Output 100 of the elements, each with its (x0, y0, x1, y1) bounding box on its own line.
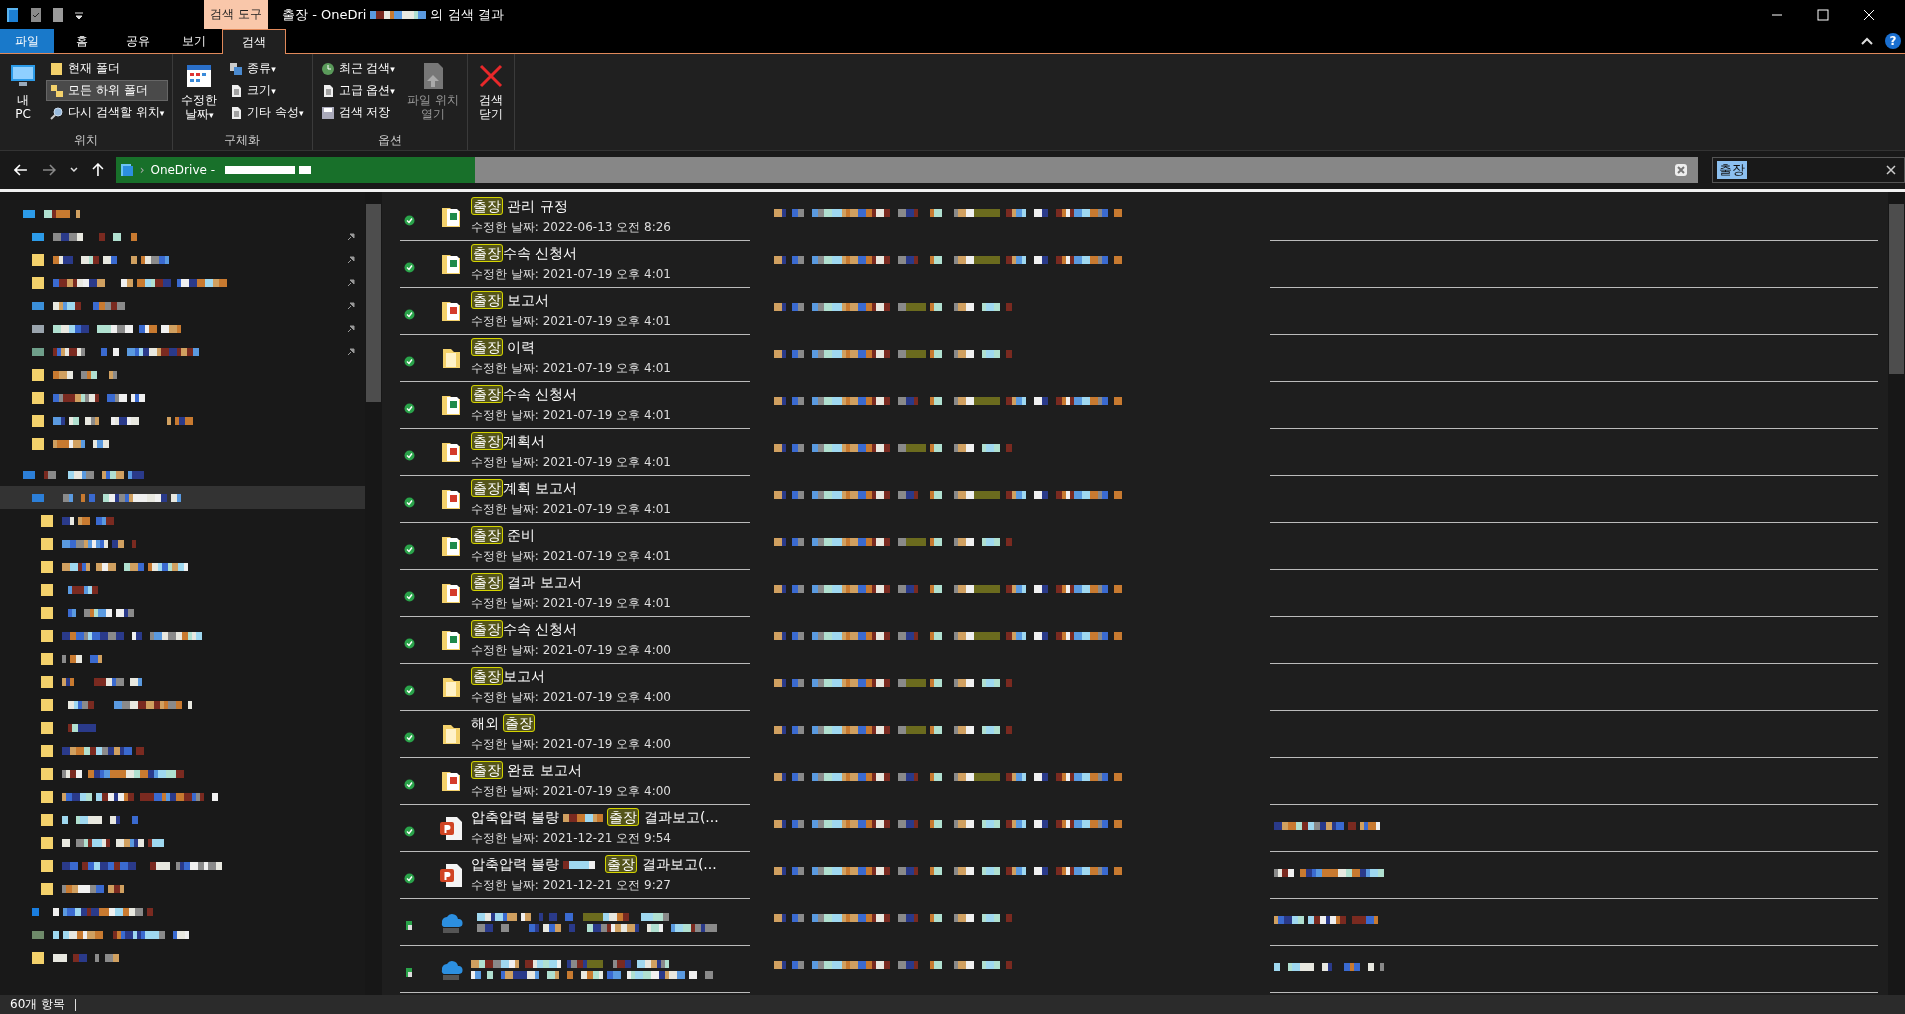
file-name[interactable]: 압축압력 불량 (471, 856, 560, 874)
pixelated-text-drawing (62, 884, 124, 893)
folder-icon (40, 812, 54, 827)
modified-date: 수정한 날짜: 2021-07-19 오후 4:00 (471, 689, 671, 706)
ribbon-button[interactable]: 고급 옵션▾ (316, 80, 399, 101)
document-icon (229, 83, 244, 98)
pin-icon[interactable] (347, 232, 355, 241)
ribbon-button[interactable]: 검색 닫기 (471, 58, 510, 150)
file-name[interactable]: 출장 결과보고(... (607, 809, 719, 827)
forward-icon[interactable] (41, 164, 56, 176)
folder-icon (40, 674, 54, 689)
file-name[interactable]: 압축압력 불량 (471, 809, 560, 827)
file-name[interactable]: 출장 관리 규정 (471, 198, 568, 216)
up-icon[interactable] (91, 163, 104, 177)
folder-icon (31, 413, 45, 428)
ribbon-button[interactable]: 수정한 날짜▾ (177, 58, 222, 132)
file-name[interactable]: 출장 이력 (471, 339, 536, 357)
address-bar[interactable]: › OneDrive - (115, 157, 1699, 183)
ribbon-button[interactable]: 크기▾ (225, 80, 308, 101)
ribbon-button[interactable]: 종류▾ (225, 58, 308, 79)
pin-icon[interactable] (347, 324, 355, 333)
back-icon[interactable] (14, 164, 28, 176)
file-name[interactable]: 출장 수속 신청서 (471, 245, 578, 263)
folder-icon (40, 697, 54, 712)
powerpoint-file-icon (439, 815, 463, 841)
scrollbar-thumb[interactable] (366, 204, 381, 402)
ribbon-button[interactable]: 내 PC (4, 58, 42, 132)
folder-icon (31, 252, 45, 267)
folder-icon (31, 275, 45, 290)
file-type-icon (229, 61, 244, 76)
pin-icon[interactable] (347, 301, 355, 310)
maximize-icon[interactable] (1817, 8, 1829, 21)
file-name[interactable]: 출장 (503, 715, 536, 733)
pin-icon[interactable] (347, 278, 355, 287)
properties-icon[interactable] (30, 6, 42, 23)
file-name[interactable]: 출장 수속 신청서 (471, 621, 578, 639)
file-name[interactable]: 출장 수속 신청서 (471, 386, 578, 404)
powerpoint-file-icon (439, 862, 463, 888)
modified-date: 수정한 날짜: 2021-07-19 오후 4:01 (471, 360, 671, 377)
folder-icon (40, 628, 54, 643)
ribbon-button[interactable]: 현재 폴더 (46, 58, 169, 79)
modified-date: 수정한 날짜: 2021-12-21 오전 9:27 (471, 877, 672, 894)
folder-icon (40, 582, 54, 597)
ribbon-button[interactable]: 다시 검색할 위치▾ (46, 102, 169, 123)
clock-icon (320, 61, 335, 76)
context-tab-header: 검색 도구 (204, 0, 268, 29)
ribbon-button[interactable]: 모든 하위 폴더 (46, 80, 169, 101)
search-field[interactable]: 출장 (1712, 157, 1905, 183)
folder-icon[interactable] (6, 6, 20, 23)
folder-icon (40, 559, 54, 574)
pixelated-text-drawing (370, 10, 427, 19)
close-icon[interactable] (1886, 165, 1896, 175)
collapse-ribbon-icon[interactable] (1861, 37, 1873, 45)
ribbon-tab[interactable]: 파일 (0, 29, 54, 53)
file-name[interactable]: 출장 결과 보고서 (471, 574, 582, 592)
ribbon-button[interactable]: 검색 저장 (316, 102, 399, 123)
folders-icon (50, 83, 64, 98)
file-name[interactable]: 출장 계획 보고서 (471, 480, 578, 498)
file-name[interactable]: 출장 결과보고(... (605, 856, 717, 874)
folder-icon (50, 61, 64, 76)
breadcrumb[interactable]: OneDrive - (150, 163, 215, 177)
file-name[interactable]: 출장 계획서 (471, 433, 545, 451)
pixelated-text-drawing (53, 370, 117, 379)
recent-icon[interactable] (69, 167, 78, 173)
modified-date: 수정한 날짜: 2021-07-19 오후 4:01 (471, 548, 671, 565)
ribbon-tab[interactable]: 검색 (222, 29, 286, 54)
file-name[interactable]: 출장 완료 보고서 (471, 762, 582, 780)
ribbon-tab[interactable]: 보기 (166, 29, 222, 53)
folder-icon (40, 835, 54, 850)
customize-arrow-icon[interactable] (74, 9, 84, 20)
folder-icon (40, 858, 54, 873)
help-icon[interactable]: ? (1885, 33, 1901, 49)
ribbon-tab[interactable]: 홈 (54, 29, 110, 53)
modified-date: 수정한 날짜: 2022-06-13 오전 8:26 (471, 219, 671, 236)
window-title: 의 검색 결과 (430, 5, 504, 24)
folder-icon (40, 743, 54, 758)
pixelated-text-drawing (62, 516, 114, 525)
folder-icon (40, 766, 54, 781)
scrollbar-thumb[interactable] (1889, 204, 1904, 374)
sidebar-item[interactable] (0, 486, 365, 509)
search-icon (50, 105, 64, 120)
folder-icon (40, 513, 54, 528)
pin-icon[interactable] (347, 347, 355, 356)
modified-date: 수정한 날짜: 2021-07-19 오후 4:01 (471, 266, 671, 283)
save-icon (320, 105, 335, 120)
new-folder-icon[interactable] (52, 6, 64, 23)
modified-date: 수정한 날짜: 2021-07-19 오후 4:00 (471, 736, 671, 753)
ribbon-button[interactable]: 기타 속성▾ (225, 102, 308, 123)
file-name[interactable]: 해외 (471, 715, 504, 733)
ribbon-button[interactable]: 최근 검색▾ (316, 58, 399, 79)
clear-icon[interactable] (1674, 163, 1689, 177)
file-name[interactable]: 출장 보고서 (471, 668, 545, 686)
pin-icon[interactable] (347, 255, 355, 264)
ribbon-tab[interactable]: 공유 (110, 29, 166, 53)
folder-icon (40, 789, 54, 804)
pixelated-text-drawing (53, 439, 109, 448)
modified-date: 수정한 날짜: 2021-07-19 오후 4:00 (471, 783, 671, 800)
folder-icon (40, 651, 54, 666)
file-name[interactable]: 출장 보고서 (471, 292, 550, 310)
file-name[interactable]: 출장 준비 (471, 527, 536, 545)
